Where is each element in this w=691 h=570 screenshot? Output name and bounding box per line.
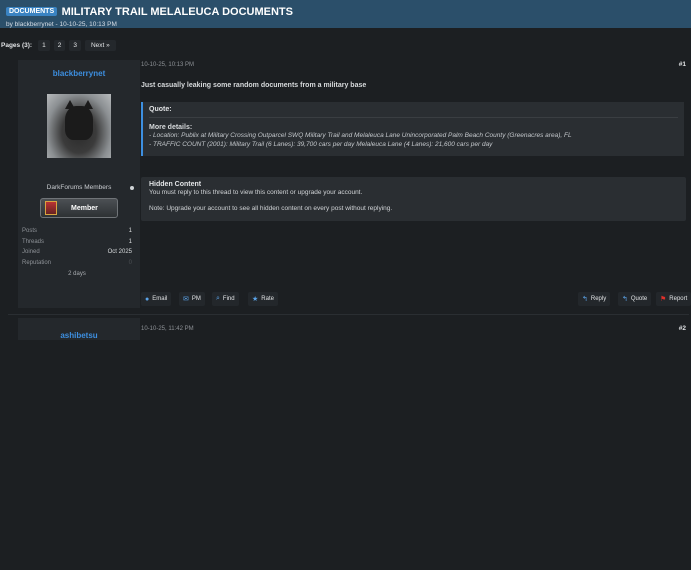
online-status-icon	[130, 186, 134, 190]
stat-key: Reputation	[22, 259, 52, 266]
find-label: Find	[222, 296, 235, 302]
hidden-content-title: Hidden Content	[149, 181, 202, 188]
member-badge: Member	[40, 198, 118, 218]
reply-icon: ↰	[582, 296, 588, 303]
user-group-label: DarkForums Members	[46, 184, 112, 191]
stat-value: 0	[128, 259, 132, 266]
search-icon: ⌕	[216, 295, 220, 302]
user-stats: Posts 1 Threads 1 Joined Oct 2025 Reputa…	[22, 228, 132, 277]
cat-silhouette	[65, 106, 93, 140]
email-label: Email	[152, 296, 168, 302]
stat-row-joined: Joined Oct 2025	[22, 249, 132, 260]
stat-key: Joined	[22, 249, 40, 255]
pm-button[interactable]: ✉ PM	[179, 292, 205, 306]
post-body: 10-10-25, 10:13 PM #1 Just casually leak…	[141, 60, 691, 308]
rate-label: Rate	[261, 296, 274, 302]
stat-key: Threads	[22, 238, 45, 245]
next-page-link[interactable]: Next »	[84, 39, 116, 51]
rate-button[interactable]: ★ Rate	[248, 292, 278, 306]
hidden-content-box: Hidden Content You must reply to this th…	[141, 177, 686, 221]
post-divider	[8, 314, 689, 315]
quote-line: - TRAFFIC COUNT (2001): Military Trail (…	[149, 141, 493, 148]
username-link[interactable]: ashibetsu	[18, 331, 140, 340]
stat-row-reputation: Reputation 0	[22, 260, 132, 271]
hidden-content-note: Note: Upgrade your account to see all hi…	[149, 205, 393, 212]
quote-header: Quote:	[149, 106, 678, 118]
email-button[interactable]: ● Email	[141, 292, 172, 306]
time-online: 2 days	[68, 271, 86, 277]
post: blackberrynet DarkForums Members Member …	[8, 56, 691, 310]
quote-block: Quote: More details: - Location: Publix …	[141, 102, 684, 156]
report-label: Report	[669, 296, 688, 302]
quote-button[interactable]: ↰ Quote	[618, 292, 652, 306]
reply-label: Reply	[590, 296, 607, 302]
avatar[interactable]	[47, 94, 111, 158]
post-number-link[interactable]: #2	[679, 325, 686, 332]
quote-line: - Location: Publix at Military Crossing …	[149, 132, 572, 139]
pages-label: Pages (3):	[1, 41, 33, 49]
stat-value: 1	[128, 228, 132, 234]
page-link-3[interactable]: 3	[69, 39, 81, 51]
quote-icon: ↰	[622, 296, 628, 303]
pagination: Pages (3): 1 2 3 Next »	[0, 34, 691, 56]
post-body: 10-10-25, 11:42 PM #2	[141, 322, 689, 570]
username-link[interactable]: blackberrynet	[18, 69, 140, 78]
quote-label: Quote	[630, 296, 648, 302]
member-badge-label: Member	[71, 204, 98, 212]
user-panel: blackberrynet DarkForums Members Member …	[18, 60, 140, 308]
find-button[interactable]: ⌕ Find	[212, 292, 239, 306]
post-actions: ● Email ✉ PM ⌕ Find ★ Rate ↰ Reply ↰ Quo…	[141, 292, 691, 306]
pm-label: PM	[191, 296, 201, 302]
hidden-content-message: You must reply to this thread to view th…	[149, 189, 363, 196]
stat-value: 1	[128, 238, 132, 245]
stat-row-posts: Posts 1	[22, 228, 132, 239]
star-icon: ★	[252, 296, 259, 303]
flag-icon: ⚑	[660, 296, 667, 303]
stat-value: Oct 2025	[107, 249, 132, 255]
post-number-link[interactable]: #1	[679, 61, 686, 68]
thread-title: MILITARY TRAIL MELALEUCA DOCUMENTS	[61, 6, 293, 18]
user-group: DarkForums Members	[18, 184, 140, 191]
report-button[interactable]: ⚑ Report	[656, 292, 691, 306]
quote-title: More details:	[149, 124, 193, 131]
page-link-2[interactable]: 2	[53, 39, 66, 51]
email-icon: ●	[145, 295, 150, 303]
stat-row-threads: Threads 1	[22, 239, 132, 250]
thread-prefix-badge[interactable]: DOCUMENTS	[6, 7, 58, 16]
envelope-icon: ✉	[183, 296, 189, 303]
stat-key: Posts	[22, 228, 38, 234]
thread-byline: by blackberrynet - 10-10-25, 10:13 PM	[6, 21, 117, 28]
post-date: 10-10-25, 10:13 PM	[141, 62, 195, 68]
post-message: Just casually leaking some random docume…	[141, 82, 367, 89]
user-panel: ashibetsu	[18, 318, 140, 340]
emblem-icon	[45, 201, 57, 215]
reply-button[interactable]: ↰ Reply	[578, 292, 611, 306]
post: ashibetsu 10-10-25, 11:42 PM #2	[8, 318, 689, 340]
post-date: 10-10-25, 11:42 PM	[141, 326, 194, 332]
page-link-1[interactable]: 1	[38, 39, 50, 51]
thread-header: DOCUMENTS MILITARY TRAIL MELALEUCA DOCUM…	[0, 0, 691, 28]
